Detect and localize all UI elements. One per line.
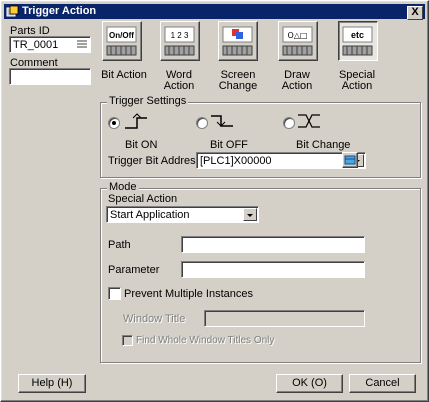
screen-change-button[interactable] (218, 21, 258, 61)
parameter-field[interactable] (181, 261, 365, 278)
svg-text:O△□: O△□ (287, 31, 307, 40)
bit-action-label: Bit Action (101, 69, 147, 81)
bit-on-icon (125, 113, 147, 129)
keypad-icon (344, 155, 356, 165)
path-field[interactable] (181, 236, 365, 253)
prevent-multiple-instances-label: Prevent Multiple Instances (124, 288, 254, 300)
word-action-button[interactable]: 1 2 3 (160, 21, 200, 61)
draw-action-icon: O△□ (282, 26, 313, 56)
special-action-icon: etc (342, 26, 373, 56)
help-button[interactable]: Help (H) (18, 374, 86, 393)
find-whole-window-titles-label: Find Whole Window Titles Only (136, 335, 275, 346)
special-action-dropdown[interactable]: Start Application (106, 206, 259, 223)
mode-title: Mode (107, 181, 139, 193)
trigger-bit-address-dropdown[interactable]: [PLC1]X00000 (196, 152, 366, 169)
cancel-button-label: Cancel (365, 377, 400, 389)
special-action-button[interactable]: etc (338, 21, 378, 61)
trigger-bit-address-value: [PLC1]X00000 (200, 155, 272, 167)
special-action-label: Special Action (338, 69, 376, 92)
word-action-icon: 1 2 3 (164, 26, 195, 56)
close-button[interactable]: X (407, 6, 423, 20)
window-title-field[interactable] (204, 310, 365, 327)
find-whole-window-titles-checkbox[interactable] (122, 335, 133, 346)
parts-id-value: TR_0001 (13, 39, 59, 51)
ok-button[interactable]: OK (O) (276, 374, 343, 393)
bit-on-label: Bit ON (125, 139, 158, 151)
path-label: Path (108, 239, 131, 251)
bit-change-radio[interactable] (283, 117, 295, 129)
screen-change-label: Screen Change (218, 69, 258, 92)
svg-text:etc: etc (351, 30, 364, 40)
spinner-icon (77, 40, 87, 48)
chevron-down-icon[interactable] (243, 208, 257, 221)
comment-field[interactable] (9, 68, 91, 85)
window-title: Trigger Action (22, 5, 97, 17)
trigger-action-dialog: Trigger Action X Parts ID TR_0001 Commen… (0, 0, 429, 402)
bit-change-icon (298, 114, 320, 128)
parameter-label: Parameter (108, 264, 160, 276)
app-icon (6, 5, 19, 17)
trigger-settings-title: Trigger Settings (107, 95, 189, 107)
bit-off-icon (211, 115, 233, 127)
prevent-multiple-instances-checkbox[interactable] (108, 287, 121, 300)
bit-off-label: Bit OFF (210, 139, 248, 151)
close-icon: X (411, 6, 419, 18)
trigger-bit-address-label: Trigger Bit Address (108, 155, 202, 167)
title-bar: Trigger Action X (4, 4, 425, 20)
draw-action-button[interactable]: O△□ (278, 21, 318, 61)
parts-id-spinner[interactable] (76, 38, 88, 50)
screen-change-icon (222, 26, 253, 56)
special-action-value: Start Application (110, 209, 190, 221)
bit-action-icon: On/Off (106, 26, 137, 56)
svg-text:On/Off: On/Off (109, 31, 134, 40)
address-input-button[interactable] (342, 152, 358, 168)
ok-button-label: OK (O) (292, 377, 327, 389)
help-button-label: Help (H) (31, 377, 73, 389)
bit-off-radio[interactable] (196, 117, 208, 129)
bit-on-radio[interactable] (108, 117, 120, 129)
word-action-label: Word Action (163, 69, 195, 92)
parts-id-field[interactable]: TR_0001 (9, 36, 91, 53)
window-title-label: Window Title (123, 313, 186, 325)
cancel-button[interactable]: Cancel (349, 374, 416, 393)
draw-action-label: Draw Action (281, 69, 313, 92)
special-action-type-label: Special Action (108, 193, 178, 205)
bit-change-label: Bit Change (296, 139, 351, 151)
svg-text:1 2 3: 1 2 3 (171, 31, 189, 40)
bit-action-button[interactable]: On/Off (102, 21, 142, 61)
